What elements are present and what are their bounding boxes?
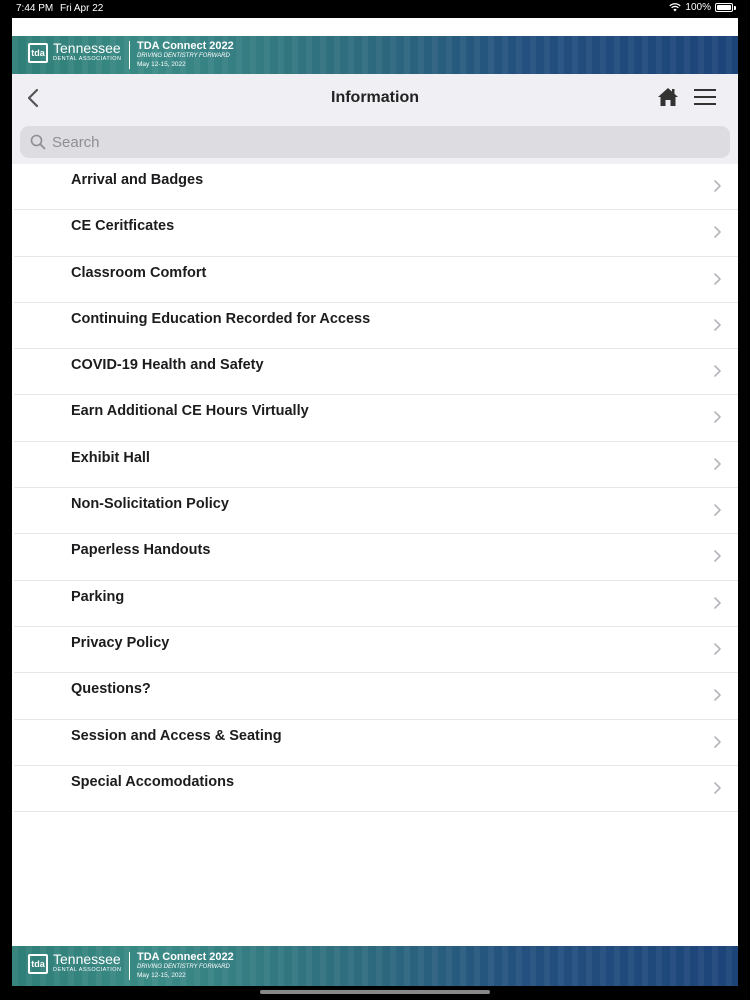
list-item[interactable]: Earn Additional CE Hours Virtually	[14, 395, 738, 442]
header-banner: tda Tennessee DENTAL ASSOCIATION TDA Con…	[12, 36, 738, 74]
list-item[interactable]: CE Ceritficates	[14, 210, 738, 257]
app-screen: tda Tennessee DENTAL ASSOCIATION TDA Con…	[12, 18, 738, 986]
tda-logo-footer: tda	[28, 954, 48, 974]
list-item-label: Questions?	[71, 681, 151, 698]
status-right: 100%	[669, 2, 736, 13]
chevron-right-icon	[714, 319, 721, 331]
tda-logo: tda	[28, 43, 48, 63]
org-name-footer: Tennessee	[53, 951, 121, 967]
list-item[interactable]: Session and Access & Seating	[14, 720, 738, 766]
status-date: Fri Apr 22	[60, 3, 104, 14]
list-item[interactable]: Continuing Education Recorded for Access	[14, 303, 738, 350]
chevron-right-icon	[714, 180, 721, 192]
home-icon	[658, 88, 678, 106]
list-item-label: Non-Solicitation Policy	[71, 496, 229, 513]
battery-icon	[715, 3, 733, 12]
org-subtitle-footer: DENTAL ASSOCIATION	[53, 967, 122, 973]
footer-banner: tda Tennessee DENTAL ASSOCIATION TDA Con…	[12, 946, 738, 986]
list-item[interactable]: Parking	[14, 581, 738, 627]
event-title-footer: TDA Connect 2022	[137, 951, 234, 963]
org-name: Tennessee	[53, 40, 121, 56]
list-item[interactable]: Exhibit Hall	[14, 442, 738, 489]
search-bar	[12, 122, 738, 164]
chevron-right-icon	[714, 504, 721, 516]
list-item-label: Parking	[71, 588, 125, 605]
home-button[interactable]	[657, 86, 679, 108]
list-item-label: Privacy Policy	[71, 634, 170, 651]
status-time: 7:44 PM	[16, 3, 54, 14]
list-item[interactable]: COVID-19 Health and Safety	[14, 349, 738, 396]
list-item-label: Special Accomodations	[71, 773, 235, 790]
event-block-footer: TDA Connect 2022 DRIVING DENTISTRY FORWA…	[137, 951, 234, 980]
list-item[interactable]: Privacy Policy	[14, 627, 738, 674]
org-block: Tennessee DENTAL ASSOCIATION	[53, 40, 122, 63]
org-block-footer: Tennessee DENTAL ASSOCIATION	[53, 951, 122, 974]
page-title: Information	[331, 89, 419, 106]
list-item-label: Continuing Education Recorded for Access	[71, 310, 371, 327]
list-item-label: Session and Access & Seating	[71, 727, 282, 744]
hamburger-menu-icon	[694, 89, 716, 105]
banner-divider	[129, 41, 130, 69]
event-dates: May 12-15, 2022	[137, 61, 186, 68]
home-indicator[interactable]	[260, 990, 490, 994]
battery-nub	[734, 5, 736, 10]
list-item[interactable]: Non-Solicitation Policy	[14, 488, 738, 535]
chevron-right-icon	[714, 457, 721, 470]
wifi-icon	[669, 3, 682, 12]
event-tagline: DRIVING DENTISTRY FORWARD	[137, 53, 230, 59]
chevron-right-icon	[714, 226, 721, 239]
org-subtitle: DENTAL ASSOCIATION	[53, 56, 122, 62]
event-dates-footer: May 12-15, 2022	[137, 972, 186, 979]
chevron-right-icon	[714, 643, 721, 655]
chevron-right-icon	[714, 272, 721, 285]
menu-button[interactable]	[693, 86, 717, 108]
banner-divider-footer	[129, 952, 130, 980]
chevron-right-icon	[714, 550, 721, 563]
list-item-label: Classroom Comfort	[71, 264, 207, 281]
list-item-label: COVID-19 Health and Safety	[71, 357, 264, 374]
event-title: TDA Connect 2022	[137, 40, 234, 52]
event-tagline-footer: DRIVING DENTISTRY FORWARD	[137, 964, 230, 970]
list-item[interactable]: Questions?	[14, 673, 738, 720]
list-item-label: Exhibit Hall	[71, 449, 150, 466]
list-item-label: Paperless Handouts	[71, 542, 211, 559]
list-item-label: Earn Additional CE Hours Virtually	[71, 403, 309, 420]
chevron-right-icon	[714, 411, 721, 424]
event-block: TDA Connect 2022 DRIVING DENTISTRY FORWA…	[137, 40, 234, 69]
chevron-right-icon	[714, 596, 721, 609]
search-input[interactable]	[52, 126, 702, 158]
search-icon	[30, 134, 46, 150]
chevron-right-icon	[714, 689, 721, 702]
list-item[interactable]: Paperless Handouts	[14, 534, 738, 581]
battery-percent: 100%	[685, 2, 711, 13]
status-bar: 7:44 PM Fri Apr 22 100%	[0, 0, 750, 18]
chevron-right-icon	[714, 365, 721, 377]
list-item-label: CE Ceritficates	[71, 218, 175, 235]
list-item[interactable]: Special Accomodations	[14, 766, 738, 813]
list-item[interactable]: Arrival and Badges	[14, 164, 738, 211]
list-item-label: Arrival and Badges	[71, 172, 204, 188]
search-box[interactable]	[20, 126, 730, 158]
information-list: Arrival and Badges CE Ceritficates Classro…	[12, 164, 738, 813]
chevron-right-icon	[714, 782, 721, 794]
nav-bar: Information	[12, 74, 738, 122]
chevron-right-icon	[714, 735, 721, 748]
list-item[interactable]: Classroom Comfort	[14, 257, 738, 303]
